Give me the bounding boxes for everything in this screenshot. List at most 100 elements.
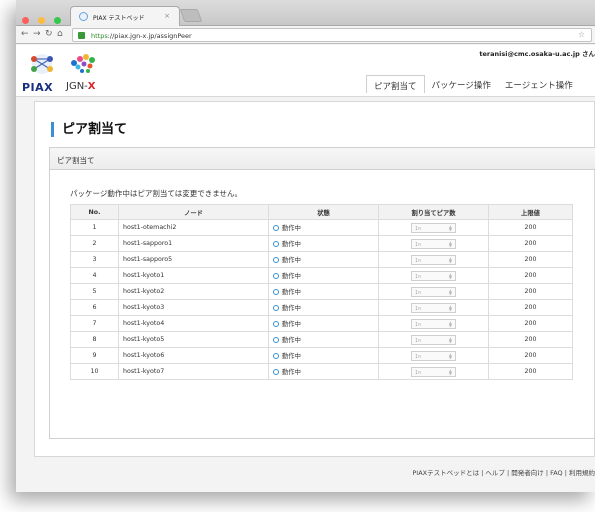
row-limit: 200 [488, 347, 573, 364]
maximize-window-button[interactable] [54, 17, 62, 24]
close-icon[interactable]: × [164, 12, 170, 20]
peer-count-stepper[interactable]: 1n ▲ ▼ [411, 366, 456, 377]
table-row: 4 host1-kyoto1 動作中 1n ▲ ▼ 200 [70, 267, 573, 284]
stepper-arrows-icon[interactable]: ▲ ▼ [449, 224, 452, 232]
reload-icon[interactable]: ↻ [45, 29, 53, 40]
piax-logo[interactable]: PIAX [22, 53, 62, 94]
stepper-arrows-icon[interactable]: ▲ ▼ [449, 256, 452, 264]
forward-arrow-icon[interactable]: → [33, 29, 41, 40]
status-circle-icon [273, 321, 279, 327]
row-peers: 1n ▲ ▼ [378, 331, 489, 348]
jgn-dots-icon [71, 54, 95, 73]
address-bar[interactable]: https://piax.jgn-x.jp/assignPeer ☆ [72, 28, 592, 42]
row-no: 8 [70, 331, 119, 348]
peer-count-value: 1n [415, 321, 422, 328]
url-path: ://piax.jgn-x.jp/assignPeer [107, 32, 192, 40]
row-peers: 1n ▲ ▼ [378, 283, 489, 300]
row-limit: 200 [488, 299, 573, 316]
col-limit: 上限値 [488, 204, 573, 220]
jgn-logo-prefix: JGN- [66, 81, 88, 92]
table-header-row: No. ノード 状態 割り当てピア数 上限値 [70, 204, 573, 220]
row-node: host1-sapporo5 [118, 251, 269, 268]
row-limit: 200 [488, 219, 573, 236]
url-scheme: https [91, 32, 108, 40]
col-node: ノード [118, 204, 269, 220]
jgn-logo-text: JGN-X [66, 81, 102, 92]
peer-assign-panel: ピア割当て パッケージ動作中はピア割当ては変更できません。 No. ノード 状態… [49, 147, 595, 439]
stepper-arrows-icon[interactable]: ▲ ▼ [449, 336, 452, 344]
stepper-arrows-icon[interactable]: ▲ ▼ [449, 368, 452, 376]
stepper-arrows-icon[interactable]: ▲ ▼ [449, 304, 452, 312]
status-circle-icon [273, 337, 279, 343]
peer-count-stepper[interactable]: 1n ▲ ▼ [411, 286, 456, 297]
peer-count-stepper[interactable]: 1n ▲ ▼ [411, 254, 456, 265]
row-no: 4 [70, 267, 119, 284]
stepper-arrows-icon[interactable]: ▲ ▼ [449, 240, 452, 248]
row-limit: 200 [488, 315, 573, 332]
nav-agent-ops[interactable]: エージェント操作 [498, 75, 580, 93]
row-status: 動作中 [268, 219, 379, 236]
peer-count-value: 1n [415, 353, 422, 360]
row-peers: 1n ▲ ▼ [378, 219, 489, 236]
peer-count-stepper[interactable]: 1n ▲ ▼ [411, 350, 456, 361]
status-text: 動作中 [282, 305, 301, 312]
bookmark-star-icon[interactable]: ☆ [578, 30, 585, 39]
row-peers: 1n ▲ ▼ [378, 267, 489, 284]
peer-count-stepper[interactable]: 1n ▲ ▼ [411, 334, 456, 345]
tab-title: PIAX テストベッド [93, 15, 145, 22]
peer-count-value: 1n [415, 369, 422, 376]
table-row: 5 host1-kyoto2 動作中 1n ▲ ▼ 200 [70, 283, 573, 300]
peer-count-stepper[interactable]: 1n ▲ ▼ [411, 222, 456, 233]
row-peers: 1n ▲ ▼ [378, 235, 489, 252]
row-no: 3 [70, 251, 119, 268]
row-limit: 200 [488, 251, 573, 268]
peer-count-stepper[interactable]: 1n ▲ ▼ [411, 238, 456, 249]
col-status: 状態 [268, 204, 379, 220]
nav-package-ops[interactable]: パッケージ操作 [425, 75, 498, 93]
peer-count-stepper[interactable]: 1n ▲ ▼ [411, 302, 456, 313]
row-status: 動作中 [268, 267, 379, 284]
row-limit: 200 [488, 331, 573, 348]
main-nav: ピア割当て パッケージ操作 エージェント操作 [366, 75, 580, 93]
user-email[interactable]: teranisi@cmc.osaka-u.ac.jp さん [479, 48, 595, 58]
status-text: 動作中 [282, 321, 301, 328]
status-circle-icon [273, 241, 279, 247]
nav-peer-assign[interactable]: ピア割当て [366, 75, 425, 93]
stepper-arrows-icon[interactable]: ▲ ▼ [449, 288, 452, 296]
row-node: host1-otemachi2 [118, 219, 269, 236]
new-tab-button[interactable] [179, 9, 203, 22]
panel-title: ピア割当て [50, 148, 595, 170]
row-status: 動作中 [268, 347, 379, 364]
minimize-window-button[interactable] [38, 17, 46, 24]
row-no: 9 [70, 347, 119, 364]
site-header: teranisi@cmc.osaka-u.ac.jp さん PIAX JGN-X… [16, 45, 595, 97]
peer-table: No. ノード 状態 割り当てピア数 上限値 1 host1-otemachi2 動… [70, 204, 573, 380]
row-no: 1 [70, 219, 119, 236]
row-no: 7 [70, 315, 119, 332]
stepper-arrows-icon[interactable]: ▲ ▼ [449, 272, 452, 280]
row-status: 動作中 [268, 363, 379, 380]
table-row: 3 host1-sapporo5 動作中 1n ▲ ▼ 200 [70, 251, 573, 268]
peer-count-value: 1n [415, 257, 422, 264]
row-limit: 200 [488, 235, 573, 252]
status-circle-icon [273, 305, 279, 311]
status-circle-icon [273, 225, 279, 231]
back-arrow-icon[interactable]: ← [21, 29, 29, 40]
footer-links[interactable]: PIAXテストベッドとは | ヘルプ | 開発者向け | FAQ | 利用規約 [412, 467, 595, 477]
row-status: 動作中 [268, 299, 379, 316]
row-node: host1-kyoto6 [118, 347, 269, 364]
row-node: host1-kyoto5 [118, 331, 269, 348]
peer-count-stepper[interactable]: 1n ▲ ▼ [411, 318, 456, 329]
browser-tab[interactable]: PIAX テストベッド × [70, 6, 180, 26]
stepper-arrows-icon[interactable]: ▲ ▼ [449, 352, 452, 360]
stepper-arrows-icon[interactable]: ▲ ▼ [449, 320, 452, 328]
home-icon[interactable]: ⌂ [57, 29, 63, 40]
row-node: host1-sapporo1 [118, 235, 269, 252]
row-limit: 200 [488, 267, 573, 284]
peer-count-stepper[interactable]: 1n ▲ ▼ [411, 270, 456, 281]
row-node: host1-kyoto1 [118, 267, 269, 284]
peer-count-value: 1n [415, 337, 422, 344]
close-window-button[interactable] [22, 17, 29, 24]
jgn-x-logo[interactable]: JGN-X [66, 53, 102, 92]
piax-logo-text: PIAX [22, 81, 54, 94]
